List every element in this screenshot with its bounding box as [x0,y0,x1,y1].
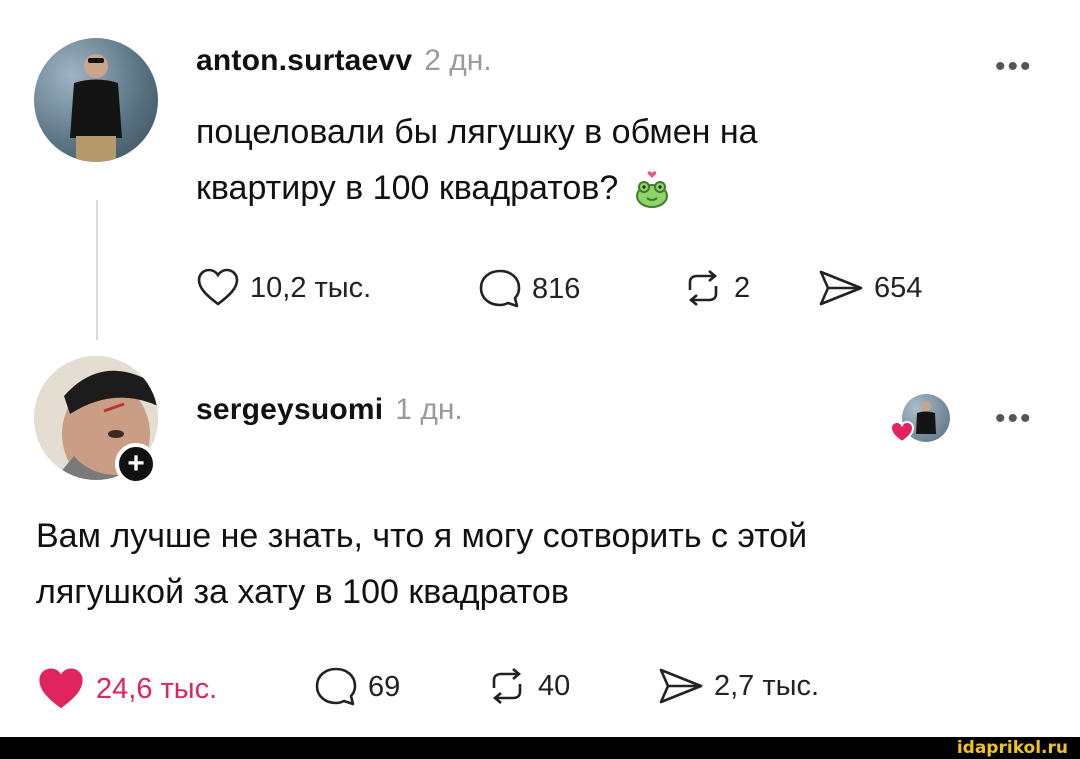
post-like-button[interactable]: 10,2 тыс. [196,268,371,308]
reply-text: Вам лучше не знать, что я могу сотворить… [36,508,1046,620]
thread-line [96,200,98,340]
post-comment-count: 816 [532,272,581,305]
post-share-button[interactable]: 654 [818,268,922,308]
send-icon [659,668,703,704]
reply-repost-count: 40 [538,669,571,702]
reply-text-line-1: Вам лучше не знать, что я могу сотворить… [36,517,808,555]
reply-share-button[interactable]: 2,7 тыс. [658,666,819,706]
post-text: поцеловали бы лягушку в обмен на квартир… [196,104,1016,216]
reply-like-button[interactable]: 24,6 тыс. [36,666,217,712]
heart-filled-icon [39,668,83,709]
post-comment-button[interactable]: 816 [478,268,580,310]
post-more-button[interactable]: ••• [995,50,1033,84]
follow-plus-button[interactable]: + [115,443,157,485]
post-text-line-1: поцеловали бы лягушку в обмен на [196,113,758,151]
replier-username[interactable]: sergeysuomi [196,393,383,426]
person-photo-icon [70,54,122,162]
reply-time: 1 дн. [395,393,463,426]
reply-comment-count: 69 [368,670,401,703]
post-repost-button[interactable]: 2 [682,268,750,308]
comment-bubble-icon [315,667,357,706]
author-username[interactable]: anton.surtaevv [196,44,412,77]
repost-icon [688,270,718,306]
watermark: idaprikol.ru [956,738,1068,758]
comment-bubble-icon [479,269,521,308]
reply-share-count: 2,7 тыс. [714,669,820,702]
post-like-count: 10,2 тыс. [250,271,372,304]
repost-icon [492,668,522,704]
reply-repost-button[interactable]: 40 [486,666,570,706]
post-header: anton.surtaevv 2 дн. [196,44,492,78]
post-repost-count: 2 [734,271,751,304]
author-avatar[interactable] [34,38,158,162]
watermark-bar [0,737,1080,759]
reply-more-button[interactable]: ••• [995,402,1033,436]
post-time: 2 дн. [424,44,492,77]
post-share-count: 654 [874,271,923,304]
liked-heart-icon [889,420,915,444]
heart-icon [197,268,239,306]
reply-like-count: 24,6 тыс. [96,672,218,705]
reply-text-line-2: лягушкой за хату в 100 квадратов [36,573,569,611]
reply-header: sergeysuomi 1 дн. [196,393,463,427]
frog-with-heart-icon [636,171,669,208]
reply-comment-button[interactable]: 69 [314,666,400,708]
send-icon [819,270,863,306]
post-text-line-2: квартиру в 100 квадратов? [196,169,619,207]
